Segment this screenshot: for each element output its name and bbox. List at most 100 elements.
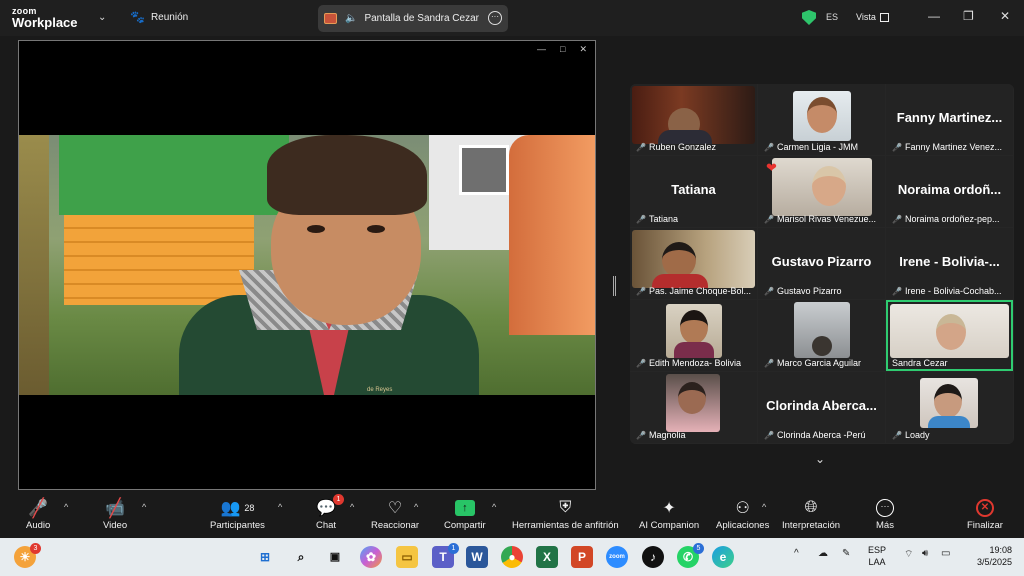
boy-hair bbox=[267, 135, 427, 215]
share-button[interactable]: ↑ Compartir bbox=[444, 496, 486, 531]
share-maximize-icon[interactable]: □ bbox=[560, 44, 565, 55]
lang-top: ESP bbox=[868, 545, 887, 555]
zoom-app-icon[interactable]: zoom bbox=[606, 546, 628, 568]
host-tools-button[interactable]: ⛨ Herramientas de anfitrión bbox=[512, 496, 619, 531]
security-shield-icon[interactable] bbox=[802, 10, 816, 25]
volume-icon[interactable]: 🔊︎ bbox=[922, 548, 928, 559]
minimize-icon[interactable]: — bbox=[928, 9, 940, 23]
end-call-icon: ✕ bbox=[975, 496, 994, 520]
share-close-icon[interactable]: ✕ bbox=[579, 44, 587, 55]
zoom-window: zoom Workplace ⌄ 🐾 Reunión 🔈 Pantalla de… bbox=[0, 0, 1024, 576]
tray-chevron-icon[interactable]: ^ bbox=[794, 548, 799, 559]
interpretation-button[interactable]: 🌐︎ Interpretación bbox=[782, 496, 840, 531]
speaker-icon: 🔈 bbox=[345, 13, 358, 24]
participant-tile[interactable]: Noraima ordoñ... 🎤 Noraima ordoñez-pep... bbox=[886, 156, 1013, 227]
pen-icon[interactable]: ✎ bbox=[842, 548, 850, 559]
participant-tile-active[interactable]: Sandra Cezar bbox=[886, 300, 1013, 371]
chat-button[interactable]: 💬 1 Chat bbox=[316, 494, 344, 531]
participant-tile[interactable]: 🎤 Marco Garcia Aguilar bbox=[758, 300, 885, 371]
more-button[interactable]: ··· Más bbox=[876, 496, 894, 531]
heart-reaction-icon: ❤ bbox=[766, 160, 777, 175]
powerpoint-icon[interactable]: P bbox=[571, 546, 593, 568]
react-button[interactable]: ♡ Reaccionar bbox=[371, 496, 419, 531]
clock[interactable]: 19:08 3/5/2025 bbox=[966, 544, 1012, 568]
restore-icon[interactable]: ❐ bbox=[963, 9, 974, 23]
gallery-scroll-down-icon[interactable]: ⌄ bbox=[815, 452, 825, 466]
more-options-icon[interactable]: ··· bbox=[488, 11, 502, 25]
ai-companion-button[interactable]: ✦ AI Companion bbox=[639, 496, 699, 531]
video-options-chevron-icon[interactable]: ^ bbox=[142, 502, 146, 512]
participant-name: 🎤 Pas. Jaime Choque-Bol... bbox=[636, 286, 752, 296]
apps-options-chevron-icon[interactable]: ^ bbox=[762, 502, 766, 512]
copilot-icon[interactable]: ✿ bbox=[360, 546, 382, 568]
share-thumbnail-icon bbox=[324, 13, 337, 24]
edge-icon[interactable]: e bbox=[712, 546, 734, 568]
tiktok-icon[interactable]: ♪ bbox=[642, 546, 664, 568]
participant-video bbox=[666, 304, 722, 358]
participant-tile[interactable]: 🎤 Ruben Gonzalez bbox=[630, 84, 757, 155]
close-icon[interactable]: ✕ bbox=[1000, 9, 1010, 23]
video-button[interactable]: 📹 ╱ Video bbox=[103, 496, 127, 532]
zoom-logo: zoom Workplace bbox=[12, 6, 78, 29]
teams-icon[interactable]: T1 bbox=[432, 543, 459, 568]
participants-options-chevron-icon[interactable]: ^ bbox=[278, 502, 282, 512]
participant-tile[interactable]: 🎤 Loady bbox=[886, 372, 1013, 443]
participant-tile[interactable]: Gustavo Pizarro 🎤 Gustavo Pizarro bbox=[758, 228, 885, 299]
view-button[interactable]: Vista bbox=[856, 12, 889, 22]
grid-view-icon bbox=[879, 12, 889, 22]
share-options-chevron-icon[interactable]: ^ bbox=[492, 502, 496, 512]
meeting-info-button[interactable]: 🐾 Reunión bbox=[130, 10, 188, 24]
input-language[interactable]: ESP LAA bbox=[868, 544, 886, 568]
panel-splitter[interactable] bbox=[613, 276, 616, 296]
participants-button[interactable]: 👥 28 Participantes bbox=[210, 496, 265, 531]
cloud-icon[interactable]: ☁ bbox=[818, 548, 828, 559]
excel-icon[interactable]: X bbox=[536, 546, 558, 568]
search-icon[interactable]: ⌕ bbox=[290, 546, 312, 568]
mic-muted-icon: 🎤 bbox=[892, 214, 902, 224]
chat-options-chevron-icon[interactable]: ^ bbox=[350, 502, 354, 512]
windows-taskbar: ☀ 3 ⊞ ⌕ ▣ ✿ ▭ T1 W ● X P zoom ♪ ✆ 5 e ^ ☁ … bbox=[0, 538, 1024, 576]
word-icon[interactable]: W bbox=[466, 546, 488, 568]
language-button[interactable]: ES bbox=[826, 12, 838, 22]
participant-name: 🎤 Ruben Gonzalez bbox=[636, 142, 717, 152]
start-icon[interactable]: ⊞ bbox=[254, 546, 276, 568]
participant-tile[interactable]: ❤ 🎤 Marisol Rivas Venezue... bbox=[758, 156, 885, 227]
chevron-down-icon[interactable]: ⌄ bbox=[98, 12, 106, 23]
share-minimize-icon[interactable]: — bbox=[537, 44, 546, 55]
task-view-icon[interactable]: ▣ bbox=[324, 546, 346, 568]
participant-display-name: Tatiana bbox=[671, 182, 716, 197]
participant-tile[interactable]: Clorinda Aberca... 🎤 Clorinda Aberca -Per… bbox=[758, 372, 885, 443]
mic-muted-icon: 🎤 bbox=[636, 358, 646, 368]
share-label: Compartir bbox=[444, 520, 486, 531]
participant-tile[interactable]: 🎤 Carmen Ligia - JMM bbox=[758, 84, 885, 155]
file-explorer-icon[interactable]: ▭ bbox=[396, 546, 418, 568]
mic-muted-icon: 🎤 bbox=[764, 286, 774, 296]
participant-tile[interactable]: 🎤 Edith Mendoza- Bolivia bbox=[630, 300, 757, 371]
participant-display-name: Noraima ordoñ... bbox=[897, 182, 1002, 197]
audio-options-chevron-icon[interactable]: ^ bbox=[64, 502, 68, 512]
participant-tile[interactable]: Fanny Martinez... 🎤 Fanny Martinez Venez.… bbox=[886, 84, 1013, 155]
participant-name: 🎤 Fanny Martinez Venez... bbox=[892, 142, 1003, 152]
participant-tile[interactable]: Tatiana 🎤 Tatiana bbox=[630, 156, 757, 227]
participant-name: Sandra Cezar bbox=[892, 358, 948, 368]
widgets-icon[interactable]: ☀ 3 bbox=[14, 543, 41, 568]
participant-video bbox=[632, 230, 755, 288]
whatsapp-icon[interactable]: ✆ 5 bbox=[677, 543, 704, 568]
chrome-icon[interactable]: ● bbox=[501, 546, 523, 568]
participant-tile[interactable]: Irene - Bolivia-... 🎤 Irene - Bolivia-Coc… bbox=[886, 228, 1013, 299]
battery-icon[interactable]: ▭ bbox=[941, 548, 950, 559]
participant-tile[interactable]: 🎤 Pas. Jaime Choque-Bol... bbox=[630, 228, 757, 299]
mic-muted-icon: 🎤 bbox=[764, 214, 774, 224]
mic-muted-icon: 🎤 ╱ bbox=[28, 497, 49, 518]
shared-video-frame: de Reyes bbox=[19, 135, 595, 395]
react-options-chevron-icon[interactable]: ^ bbox=[414, 502, 418, 512]
wifi-icon[interactable]: ⌔ bbox=[904, 548, 913, 561]
participants-label: Participantes bbox=[210, 520, 265, 531]
share-indicator[interactable]: 🔈 Pantalla de Sandra Cezar ··· bbox=[318, 5, 508, 32]
mic-muted-icon: 🎤 bbox=[892, 430, 902, 440]
participant-tile[interactable]: 🎤 Magnolia bbox=[630, 372, 757, 443]
audio-button[interactable]: 🎤 ╱ Audio bbox=[26, 496, 50, 532]
widgets-badge: 3 bbox=[30, 543, 41, 554]
end-meeting-button[interactable]: ✕ Finalizar bbox=[967, 496, 1003, 531]
participant-video bbox=[920, 378, 978, 428]
